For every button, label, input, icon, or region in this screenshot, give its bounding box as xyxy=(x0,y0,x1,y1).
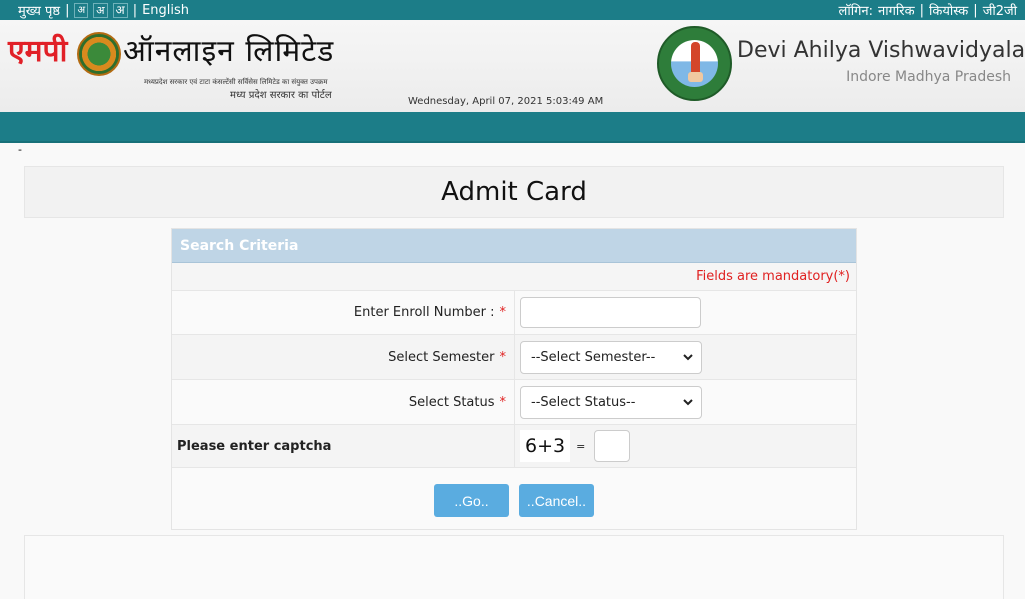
mp-logo-tagline: मध्यप्रदेश सरकार एवं टाटा कंसल्टेंसी सर्… xyxy=(144,78,328,86)
title-panel: Admit Card xyxy=(24,166,1004,218)
separator: | xyxy=(973,2,978,18)
captcha-label-cell: Please enter captcha xyxy=(172,425,515,467)
enroll-row: Enter Enroll Number : * xyxy=(172,291,856,335)
captcha-input[interactable] xyxy=(594,430,631,462)
font-size-large-button[interactable]: अ xyxy=(112,2,128,18)
current-datetime: Wednesday, April 07, 2021 5:03:49 AM xyxy=(408,96,604,107)
semester-label: Select Semester xyxy=(388,349,495,365)
semester-row: Select Semester * --Select Semester-- xyxy=(172,335,856,380)
required-marker: * xyxy=(499,394,507,410)
captcha-image: 6+3 xyxy=(520,430,571,462)
header: एमपी ऑनलाइन लिमिटेड मध्यप्रदेश सरकार एवं… xyxy=(0,20,1025,112)
mp-online-logo[interactable]: एमपी ऑनलाइन लिमिटेड मध्यप्रदेश सरकार एवं… xyxy=(8,32,368,101)
semester-field-cell: --Select Semester-- xyxy=(515,335,856,379)
semester-selected-value: --Select Semester-- xyxy=(531,349,656,365)
separator: | xyxy=(65,2,70,18)
top-bar: मुख्य पृष्ठ | अ अ अ | English लॉगिन: नाग… xyxy=(0,0,1025,20)
status-row: Select Status * --Select Status-- xyxy=(172,380,856,425)
status-select[interactable]: --Select Status-- xyxy=(520,385,702,419)
required-marker: * xyxy=(499,349,507,365)
captcha-label: Please enter captcha xyxy=(177,438,332,454)
separator: | xyxy=(919,2,924,18)
university-location: Indore Madhya Pradesh xyxy=(846,69,1011,85)
university-name: Devi Ahilya Vishwavidyalaya xyxy=(737,38,1025,63)
semester-select[interactable]: --Select Semester-- xyxy=(520,340,702,374)
search-form: Search Criteria Fields are mandatory(*) … xyxy=(171,228,857,530)
status-label: Select Status xyxy=(408,394,495,410)
login-kiosk-link[interactable]: कियोस्क xyxy=(929,1,968,19)
font-size-medium-button[interactable]: अ xyxy=(93,2,108,18)
font-size-small-button[interactable]: अ xyxy=(74,2,89,18)
semester-label-cell: Select Semester * xyxy=(172,335,515,379)
login-label: लॉगिन: xyxy=(838,4,874,19)
button-row: ..Go.. ..Cancel.. xyxy=(172,468,856,517)
chevron-down-icon xyxy=(683,398,693,405)
status-field-cell: --Select Status-- xyxy=(515,380,856,424)
navigation-bar xyxy=(0,112,1025,143)
login-g2g-link[interactable]: जी2जी xyxy=(983,1,1017,19)
mp-emblem-icon xyxy=(77,32,121,76)
captcha-row: Please enter captcha 6+3 = xyxy=(172,425,856,468)
torch-icon xyxy=(691,42,700,76)
section-header: Search Criteria xyxy=(172,229,856,263)
mandatory-note: Fields are mandatory(*) xyxy=(172,263,856,291)
captcha-equals: = xyxy=(576,439,586,453)
hand-icon xyxy=(688,72,703,82)
status-selected-value: --Select Status-- xyxy=(531,394,636,410)
dash-text: - xyxy=(18,143,22,156)
page-title: Admit Card xyxy=(441,177,587,207)
required-marker: * xyxy=(499,305,507,320)
english-language-link[interactable]: English xyxy=(142,3,189,18)
enroll-field-cell xyxy=(515,291,856,334)
status-label-cell: Select Status * xyxy=(172,380,515,424)
go-button[interactable]: ..Go.. xyxy=(434,484,509,517)
enroll-label: Enter Enroll Number : xyxy=(353,305,495,320)
login-citizen-link[interactable]: नागरिक xyxy=(878,1,915,19)
mp-logo-red-text: एमपी xyxy=(8,34,68,69)
cancel-button[interactable]: ..Cancel.. xyxy=(519,484,594,517)
top-bar-right: लॉगिन: नागरिक | कियोस्क | जी2जी xyxy=(838,1,1017,20)
mp-logo-black-text: ऑनलाइन लिमिटेड xyxy=(123,34,335,69)
separator: | xyxy=(132,2,138,18)
university-emblem-icon xyxy=(657,26,732,101)
enroll-label-cell: Enter Enroll Number : * xyxy=(172,291,515,334)
mp-logo-portal-text: मध्य प्रदेश सरकार का पोर्टल xyxy=(230,90,332,101)
captcha-field-cell: 6+3 = xyxy=(515,425,856,467)
results-panel xyxy=(24,535,1004,599)
home-link[interactable]: मुख्य पृष्ठ xyxy=(18,1,60,19)
top-bar-left: मुख्य पृष्ठ | अ अ अ | English xyxy=(18,1,189,19)
enroll-number-input[interactable] xyxy=(520,297,701,328)
chevron-down-icon xyxy=(683,353,693,360)
